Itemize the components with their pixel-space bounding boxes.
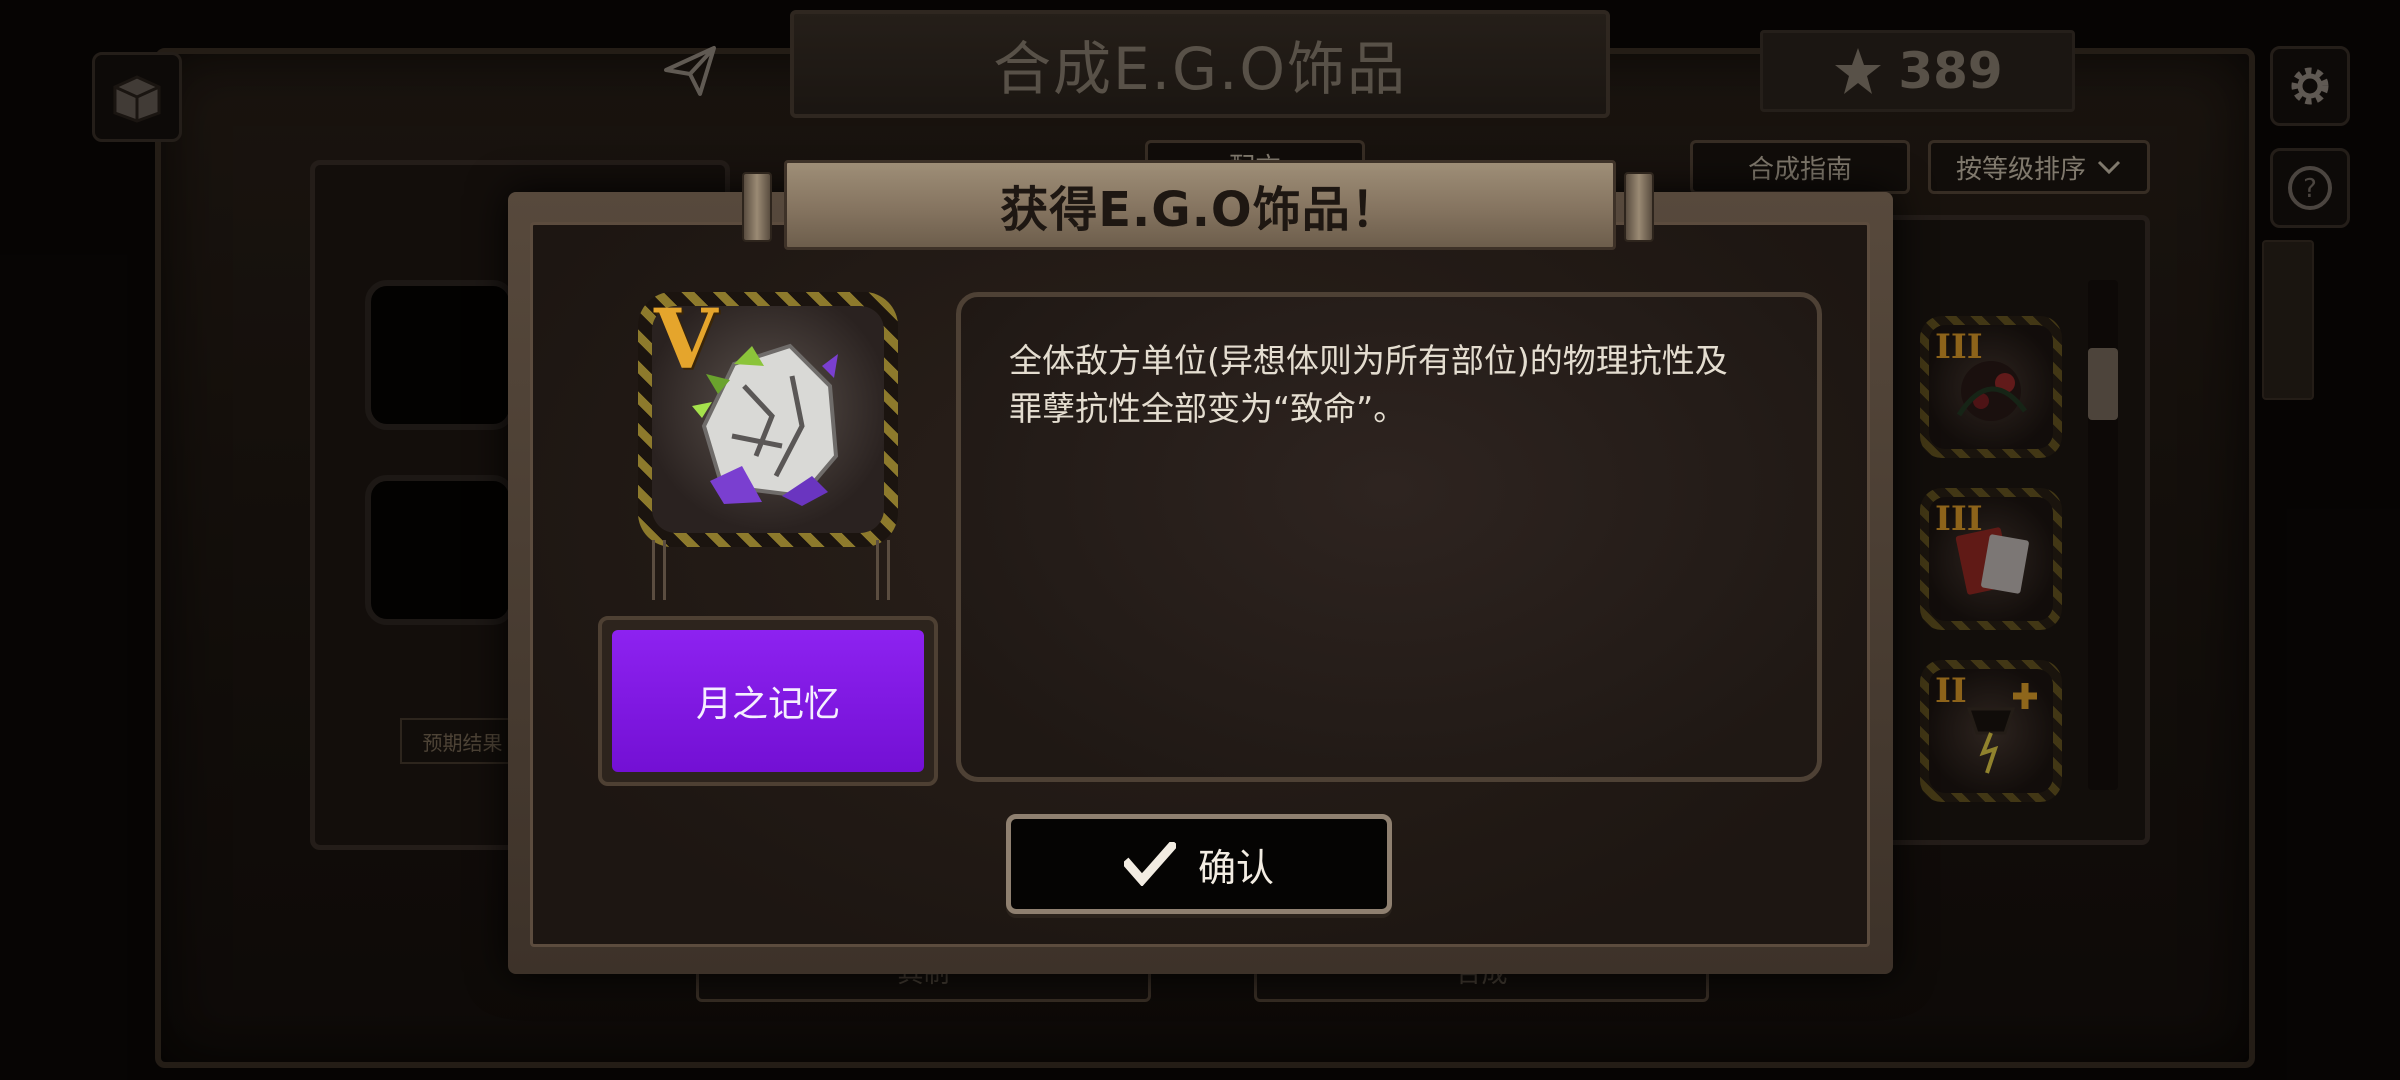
banner-left-cap [742,172,772,242]
ego-item-name-plate: 月之记忆 [598,616,938,786]
reward-modal-title: 获得E.G.O饰品！ [1000,182,1400,238]
reward-modal-title-bar: 获得E.G.O饰品！ [784,160,1616,250]
banner-right-cap [1624,172,1654,242]
ego-item-description-line-1: 全体敌方单位(异想体则为所有部位)的物理抗性及 [1009,341,1728,380]
chain-left [652,540,666,600]
ego-item-name: 月之记忆 [695,684,840,725]
checkmark-icon [1123,842,1176,886]
ego-item-name-plate-inner: 月之记忆 [612,630,924,772]
confirm-button-label: 确认 [1197,845,1274,890]
ego-item-description-line-2: 罪孽抗性全部变为“致命”。 [1009,389,1407,428]
confirm-button[interactable]: 确认 [1006,814,1392,914]
chain-right [876,540,890,600]
ego-item-tier: V [654,292,718,388]
ego-item-description-box: 全体敌方单位(异想体则为所有部位)的物理抗性及 罪孽抗性全部变为“致命”。 [956,292,1822,782]
